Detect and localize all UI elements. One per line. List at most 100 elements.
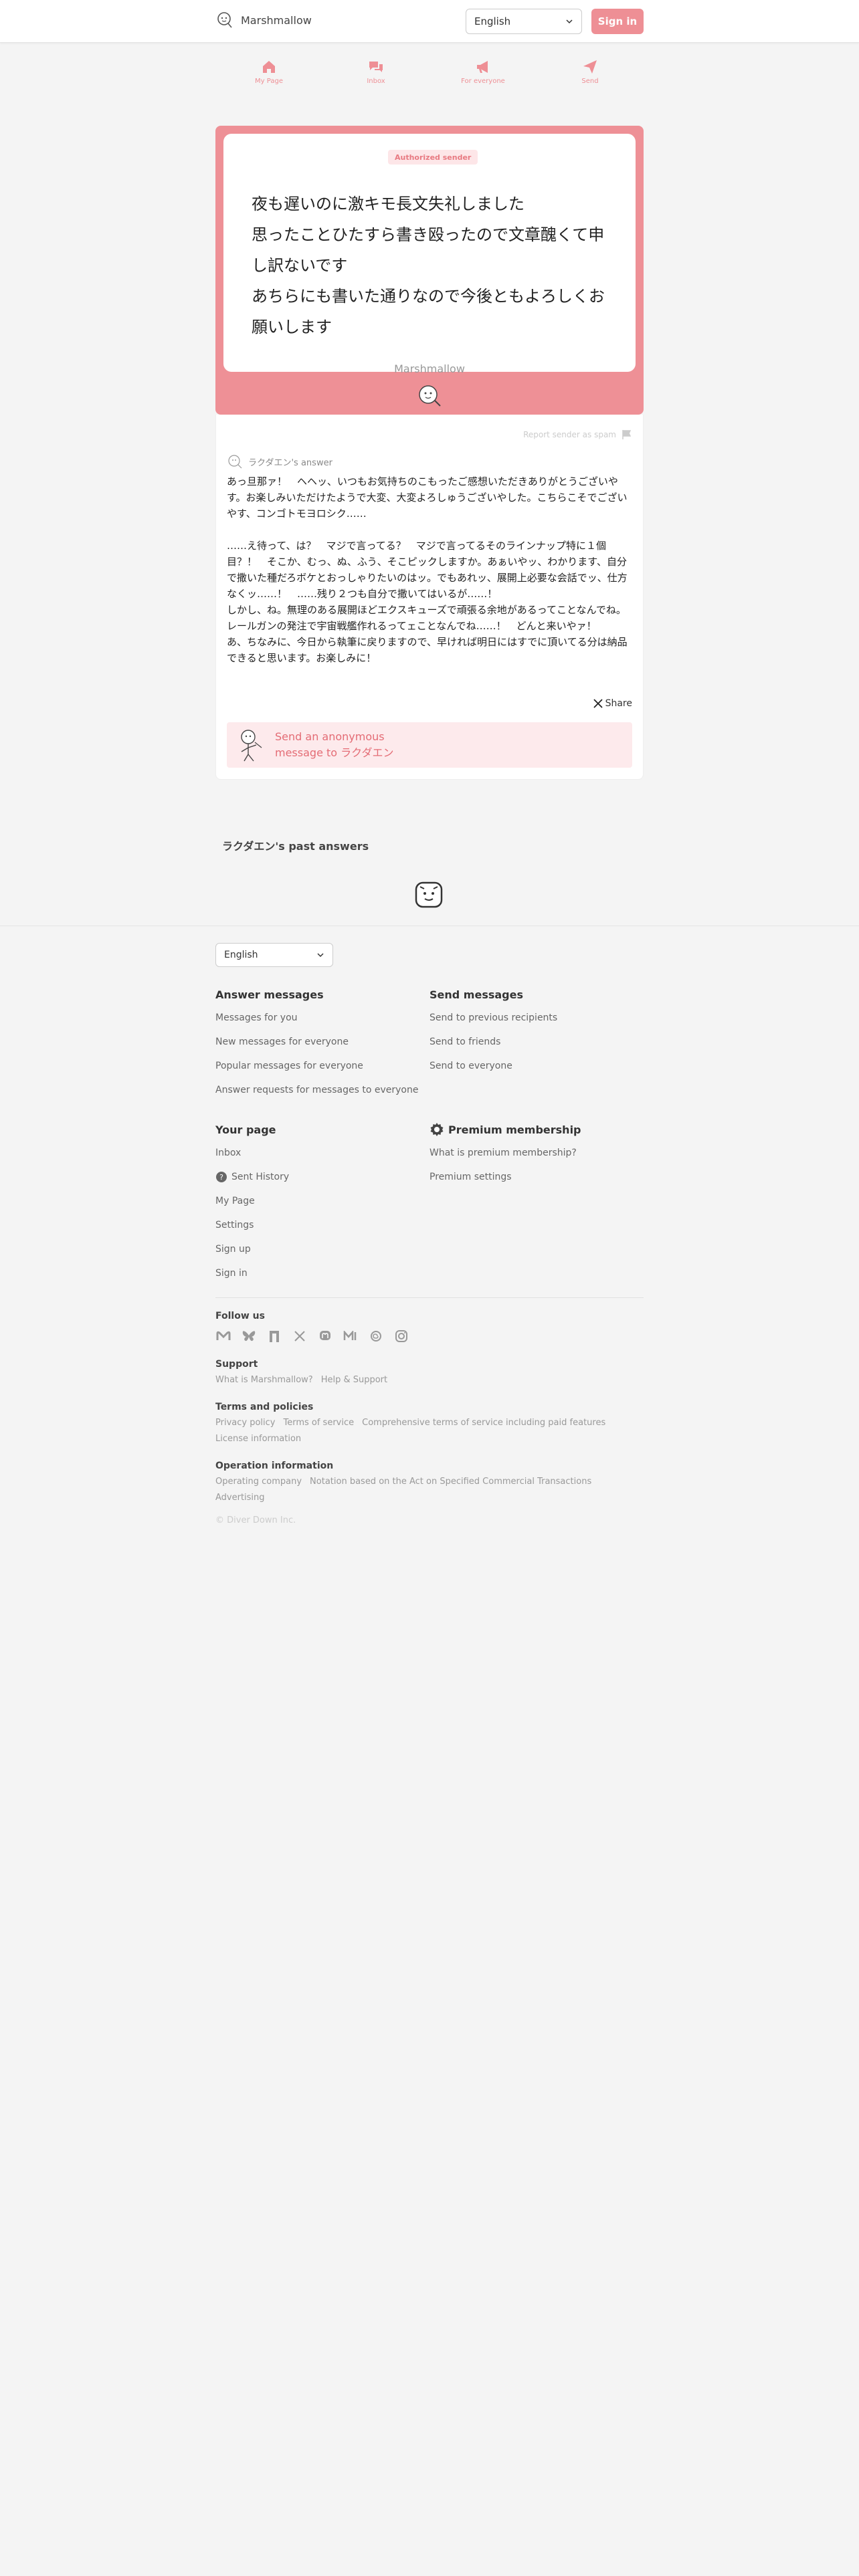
footer-link-messages-for-you[interactable]: Messages for you [215,1011,423,1025]
logo-text: Marshmallow [241,13,312,27]
footer-link-sign-up[interactable]: Sign up [215,1243,423,1256]
marshmallow-logo-icon [217,12,232,28]
x-icon[interactable] [292,1328,308,1344]
nav-for-everyone[interactable]: For everyone [430,59,537,96]
operation-links-2: Advertising [215,1493,265,1503]
footer-link-license-information[interactable]: License information [215,1434,301,1444]
language-select[interactable]: English [466,9,582,34]
bluesky-icon[interactable] [241,1328,257,1344]
megaphone-icon [477,61,488,73]
footer-link-send-everyone[interactable]: Send to everyone [430,1059,637,1073]
footer-link-answer-requests[interactable]: Answer requests for messages to everyone [215,1083,423,1097]
nav-label: My Page [255,78,283,85]
message-text: 夜も遅いのに激キモ長文失礼しました 思ったことひたすら書き殴ったので文章醜くて申… [252,195,605,336]
logo[interactable]: Marshmallow [215,11,312,29]
nav-send[interactable]: Send [537,59,644,96]
send-anonymous-label: Send an anonymous message to ラクダエン [275,730,394,759]
footer-col-title: Answer messages [215,988,324,1001]
x-icon [593,699,603,708]
footer-premium: Premium membership What is premium membe… [430,1122,637,1194]
paper-plane-icon [583,60,597,74]
report-spam-link[interactable]: Report sender as spam [523,429,632,440]
chevron-down-icon [317,953,324,958]
authorized-sender-badge: Authorized sender [388,150,478,165]
report-spam-label: Report sender as spam [523,430,616,439]
chat-bubbles-icon [369,62,383,72]
answerer-avatar-icon [228,455,242,469]
footer-col-title: Send messages [430,988,523,1001]
footer-link-settings[interactable]: Settings [215,1218,423,1232]
footer-rule [215,1297,644,1298]
marshmallow-mascot-icon [419,385,441,407]
footer-link-popular-messages[interactable]: Popular messages for everyone [215,1059,423,1073]
misskey-icon[interactable] [215,1328,231,1344]
footer-link-privacy-policy[interactable]: Privacy policy [215,1418,275,1428]
empty-state-mascot-icon [415,881,443,908]
mastodon-icon[interactable] [317,1328,333,1344]
answerer-label: ラクダエン's answer [248,457,332,468]
operation-title: Operation information [215,1461,334,1471]
nav-label: Send [581,78,599,85]
question-circle-icon: ? [216,1172,227,1182]
top-bar: Marshmallow English Sign in [0,0,859,43]
message-card: Authorized sender 夜も遅いのに激キモ長文失礼しました 思ったこ… [215,126,644,415]
main-nav: My Page Inbox For everyone Send [215,59,644,96]
footer-link-send-previous[interactable]: Send to previous recipients [430,1011,637,1025]
footer-link-commercial-transactions[interactable]: Notation based on the Act on Specified C… [310,1477,591,1487]
nav-label: Inbox [367,78,385,85]
footer-col-title: Your page [215,1123,276,1136]
answer-text: あっ旦那ァ！ ヘヘッ、いつもお気持ちのこもったご感想いただきありがとうございやす… [227,475,628,664]
mascot-writing-icon [241,730,262,762]
send-anonymous-message-button[interactable]: Send an anonymous message to ラクダエン [227,722,632,768]
footer-your-page: Your page Inbox ? Sent History My Page S… [215,1122,423,1291]
footer-link-my-page[interactable]: My Page [215,1194,423,1208]
footer-link-send-friends[interactable]: Send to friends [430,1035,637,1049]
message-card-inner: Authorized sender 夜も遅いのに激キモ長文失礼しました 思ったこ… [223,134,636,375]
card-brand: Marshmallow [394,362,465,375]
footer-link-terms-of-service[interactable]: Terms of service [283,1418,354,1428]
chevron-down-icon [566,19,573,24]
footer-link-what-is-premium[interactable]: What is premium membership? [430,1146,637,1160]
footer-link-label: Sent History [231,1172,290,1182]
flag-icon [622,430,632,439]
footer-send-messages: Send messages Send to previous recipient… [430,987,637,1083]
footer-col-title-text: Premium membership [448,1123,581,1136]
footer-answer-messages: Answer messages Messages for you New mes… [215,987,423,1107]
social-links [215,1328,409,1344]
footer-link-inbox[interactable]: Inbox [215,1146,423,1160]
footer-link-help-support[interactable]: Help & Support [321,1375,387,1385]
threads-icon[interactable] [368,1328,384,1344]
share-label: Share [605,698,632,709]
footer-col-title: Premium membership [430,1122,637,1137]
footer-link-new-messages[interactable]: New messages for everyone [215,1035,423,1049]
follow-us-title: Follow us [215,1311,265,1321]
terms-links-2: License information [215,1434,301,1444]
note-icon[interactable] [266,1328,282,1344]
answer-box: Report sender as spam ラクダエン's answer あっ旦… [215,415,644,780]
share-button[interactable]: Share [593,698,632,709]
footer-link-premium-settings[interactable]: Premium settings [430,1170,637,1184]
operation-links: Operating company Notation based on the … [215,1477,591,1487]
terms-title: Terms and policies [215,1402,314,1412]
instagram-icon[interactable] [393,1328,409,1344]
house-icon [263,61,275,73]
footer-link-operating-company[interactable]: Operating company [215,1477,302,1487]
footer-link-advertising[interactable]: Advertising [215,1493,265,1503]
nav-inbox[interactable]: Inbox [322,59,430,96]
nav-my-page[interactable]: My Page [215,59,322,96]
terms-links: Privacy policy Terms of service Comprehe… [215,1418,605,1428]
svg-text:?: ? [219,1173,223,1182]
past-answers-title: ラクダエン's past answers [222,840,369,853]
misskey-io-icon[interactable] [343,1328,359,1344]
footer-language-value: English [224,950,258,960]
footer-link-sent-history[interactable]: ? Sent History [215,1170,423,1184]
footer-language-select[interactable]: English [215,943,333,967]
footer-link-sign-in[interactable]: Sign in [215,1267,423,1280]
answerer[interactable]: ラクダエン's answer [227,453,332,469]
signin-button[interactable]: Sign in [591,9,644,34]
premium-badge-icon [430,1123,444,1136]
footer-link-what-is-marshmallow[interactable]: What is Marshmallow? [215,1375,313,1385]
copyright: © Diver Down Inc. [215,1515,296,1525]
footer-link-comprehensive-terms[interactable]: Comprehensive terms of service including… [362,1418,605,1428]
language-select-value: English [474,15,511,27]
